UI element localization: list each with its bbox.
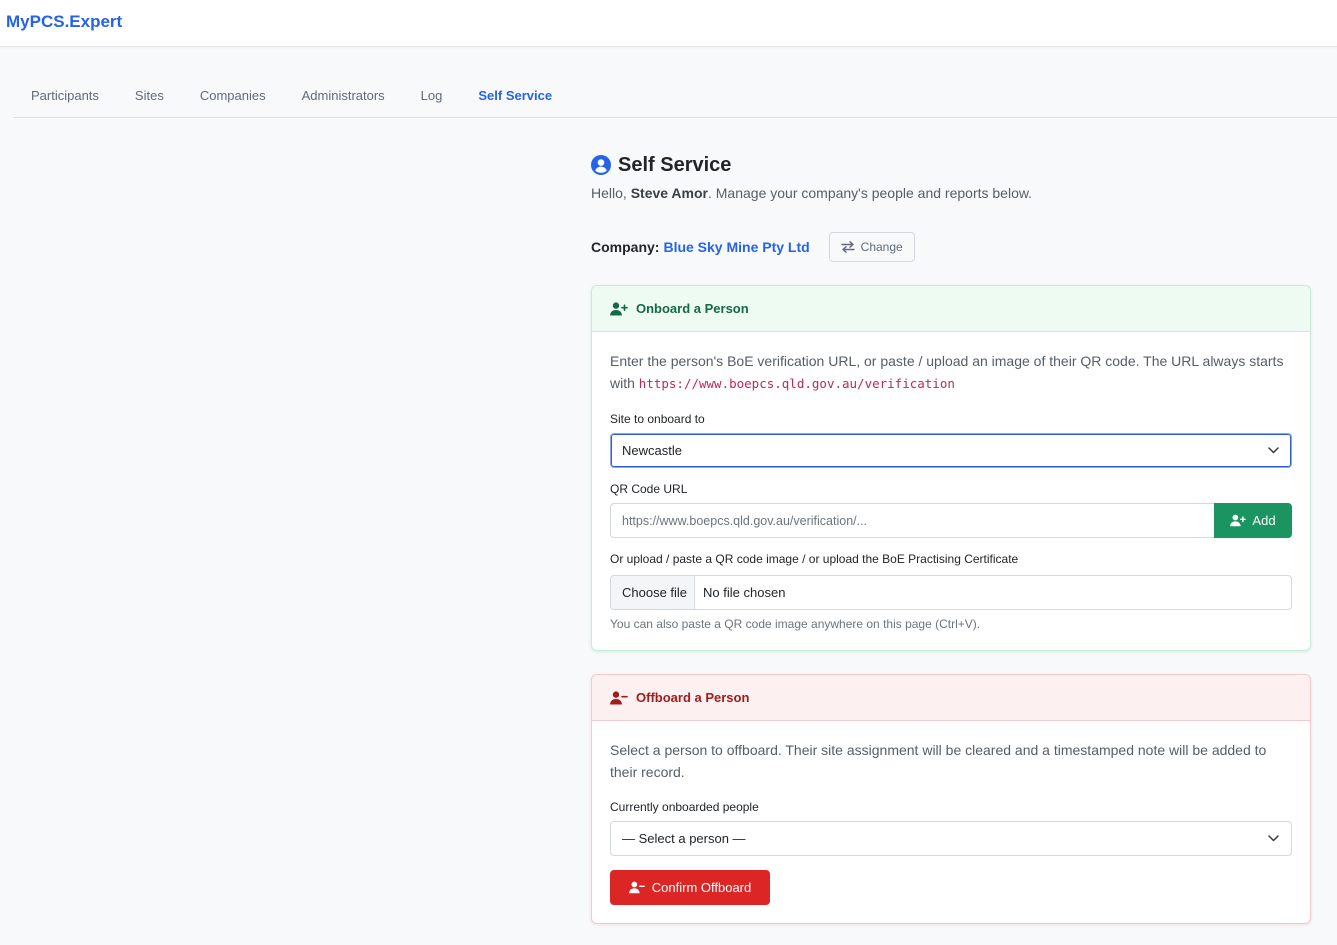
top-bar: MyPCS.Expert xyxy=(0,0,1337,47)
onboard-card: Onboard a Person Enter the person's BoE … xyxy=(591,285,1311,651)
onboard-description: Enter the person's BoE verification URL,… xyxy=(610,350,1292,395)
file-status: No file chosen xyxy=(703,585,786,600)
paste-hint: You can also paste a QR code image anywh… xyxy=(610,617,981,631)
qr-file-input[interactable]: Choose file No file chosen xyxy=(610,575,1292,610)
onboard-card-header: Onboard a Person xyxy=(592,286,1310,332)
onboard-card-body: Enter the person's BoE verification URL,… xyxy=(592,332,1310,650)
qr-url-input[interactable]: https://www.boepcs.qld.gov.au/verificati… xyxy=(610,503,1214,538)
main-nav: Participants Sites Companies Administrat… xyxy=(13,86,1337,118)
tab-participants[interactable]: Participants xyxy=(13,86,117,106)
tab-sites[interactable]: Sites xyxy=(117,86,182,106)
greeting-prefix: Hello, xyxy=(591,185,631,201)
tab-self-service[interactable]: Self Service xyxy=(460,86,570,106)
tab-companies[interactable]: Companies xyxy=(182,86,284,106)
site-select[interactable]: Newcastle xyxy=(610,433,1292,468)
change-company-button[interactable]: Change xyxy=(828,232,915,262)
add-button[interactable]: Add xyxy=(1214,503,1292,538)
person-select[interactable]: — Select a person — xyxy=(610,821,1292,856)
user-circle-icon xyxy=(591,155,611,175)
page-header: Self Service xyxy=(591,150,1311,180)
offboard-card: Offboard a Person Select a person to off… xyxy=(591,674,1311,924)
user-minus-icon xyxy=(628,881,645,894)
tab-administrators[interactable]: Administrators xyxy=(284,86,403,106)
page-title: Self Service xyxy=(618,153,732,176)
upload-label: Or upload / paste a QR code image / or u… xyxy=(610,552,1019,566)
company-name: Blue Sky Mine Pty Ltd xyxy=(663,239,810,255)
choose-file-button[interactable]: Choose file xyxy=(611,576,696,609)
chevron-down-icon xyxy=(1268,447,1279,454)
company-row: Company: Blue Sky Mine Pty Ltd Change xyxy=(591,232,1311,262)
qr-url-group: https://www.boepcs.qld.gov.au/verificati… xyxy=(610,503,1292,538)
people-label: Currently onboarded people xyxy=(610,800,759,814)
site-select-value: Newcastle xyxy=(622,443,682,458)
offboard-card-header: Offboard a Person xyxy=(592,675,1310,721)
site-label: Site to onboard to xyxy=(610,412,705,426)
offboard-card-body: Select a person to offboard. Their site … xyxy=(592,721,1310,923)
qr-url-placeholder: https://www.boepcs.qld.gov.au/verificati… xyxy=(622,513,868,528)
add-button-label: Add xyxy=(1252,513,1276,528)
verification-url-prefix: https://www.boepcs.qld.gov.au/verificati… xyxy=(638,376,955,391)
company-label: Company: xyxy=(591,239,660,255)
user-plus-icon xyxy=(610,301,628,315)
user-name: Steve Amor xyxy=(630,185,708,201)
change-button-label: Change xyxy=(860,240,903,254)
user-minus-icon xyxy=(610,690,628,704)
chevron-down-icon xyxy=(1268,835,1279,842)
offboard-description: Select a person to offboard. Their site … xyxy=(610,742,1267,780)
tab-log[interactable]: Log xyxy=(403,86,461,106)
brand-logo[interactable]: MyPCS.Expert xyxy=(6,12,122,32)
greeting-suffix: . Manage your company's people and repor… xyxy=(707,185,1033,201)
self-service-panel: Self Service Hello, Steve Amor. Manage y… xyxy=(591,150,1311,924)
onboard-card-title: Onboard a Person xyxy=(636,301,749,316)
confirm-offboard-button[interactable]: Confirm Offboard xyxy=(610,870,770,905)
greeting-text: Hello, Steve Amor. Manage your company's… xyxy=(591,183,1311,203)
confirm-offboard-label: Confirm Offboard xyxy=(651,880,752,895)
offboard-card-title: Offboard a Person xyxy=(636,690,750,705)
person-select-value: — Select a person — xyxy=(622,831,746,846)
user-plus-icon xyxy=(1230,514,1247,527)
swap-arrows-icon xyxy=(840,241,855,253)
qr-url-label: QR Code URL xyxy=(610,482,688,496)
